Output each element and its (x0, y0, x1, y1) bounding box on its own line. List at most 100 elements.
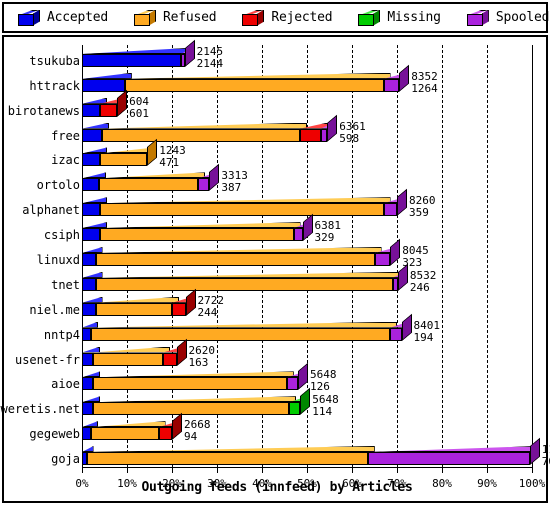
value-label-secondary: 194 (413, 330, 434, 344)
bar-row: weretis.net 5648 114 (1, 402, 532, 417)
bar-segment-refused (100, 203, 384, 217)
x-tick (487, 468, 488, 473)
value-label-secondary: 126 (310, 380, 330, 394)
bar-stack (82, 253, 532, 266)
bar-segment-refused (102, 128, 301, 142)
bar-end-cap (390, 239, 400, 266)
bar-segment-refused (95, 302, 172, 316)
bar-end-cap (117, 89, 127, 116)
bar-segment-rejected (163, 352, 177, 366)
bar-segment-accepted (82, 352, 94, 366)
legend-label: Missing (387, 10, 441, 25)
x-tick (217, 468, 218, 473)
bar-segment-spooled (374, 253, 391, 266)
bar-segment-spooled (320, 128, 328, 142)
legend-label: Accepted (47, 10, 109, 25)
value-label-secondary: 471 (159, 156, 180, 170)
value-label-total: 8532 (409, 268, 437, 282)
gridline-100 (532, 45, 533, 468)
bar-segment-accepted (82, 228, 100, 242)
y-axis-label-niel.me: niel.me (29, 302, 80, 317)
bar-segment-spooled (198, 178, 210, 192)
bar-stack (82, 104, 532, 117)
y-axis-label-nntp4: nntp4 (43, 327, 80, 342)
value-label-secondary: 387 (221, 181, 242, 195)
bar-end-cap (397, 189, 407, 216)
legend-item-missing: Missing (358, 9, 441, 26)
legend-label: Rejected (271, 10, 333, 25)
y-axis-label-csiph: csiph (43, 228, 80, 243)
value-label-total: 3313 (221, 169, 248, 183)
value-label-total: 604 (129, 94, 149, 108)
bar-stack (82, 303, 532, 316)
y-axis-label-birotanews: birotanews (7, 103, 80, 118)
cube-icon (358, 9, 381, 26)
bar-row: niel.me 2722 244 (29, 303, 532, 319)
bar-row: izac 1243 471 (51, 153, 532, 170)
value-label-secondary: 601 (129, 106, 149, 120)
bar-segment-refused (95, 277, 393, 291)
y-axis-label-usenet-fr: usenet-fr (14, 352, 80, 367)
bar-segment-accepted (82, 53, 181, 67)
x-tick (397, 468, 398, 473)
bar-stack (82, 228, 532, 242)
bar-row: gegeweb 2668 94 (29, 427, 532, 444)
bar-segment-refused (124, 78, 384, 92)
value-label-total: 5648 (312, 393, 339, 407)
bar-end-cap (185, 40, 195, 67)
value-label-total: 8401 (413, 318, 441, 332)
bar-segment-spooled (367, 452, 530, 466)
cube-icon (134, 9, 157, 26)
bar-end-cap (402, 313, 412, 340)
value-label-total: 8045 (402, 244, 429, 257)
bar-end-cap (172, 413, 182, 440)
y-axis-label-tnet: tnet (51, 277, 80, 292)
bar-row: nntp4 8401 194 (44, 327, 532, 344)
bar-segment-spooled (293, 228, 303, 242)
x-tick (442, 468, 443, 473)
bar-segment-accepted (82, 377, 94, 391)
value-label-secondary: 598 (339, 131, 360, 145)
bar-end-cap (147, 139, 157, 166)
chart-container: Accepted Refused Rejected Missing Spooled 0%… (0, 0, 550, 505)
bar-row: birotanews 604 601 (8, 104, 532, 120)
bar-segment-refused (91, 327, 391, 341)
value-label-total: 6361 (339, 119, 366, 133)
bar-end-cap (209, 164, 219, 191)
bar-segment-refused (93, 352, 163, 366)
bar-end-cap (399, 64, 409, 91)
value-label-secondary: 2144 (196, 56, 224, 70)
bar-row: csiph 6381 329 (44, 228, 532, 243)
bar-end-cap (298, 363, 308, 390)
bar-segment-accepted (82, 302, 96, 316)
value-label-secondary: 70 (541, 455, 550, 469)
bar-segment-accepted (82, 153, 100, 167)
chart-legend: Accepted Refused Rejected Missing Spooled (2, 2, 549, 33)
value-label-secondary: 244 (197, 305, 218, 319)
value-label-total: 2668 (184, 418, 211, 432)
x-tick (352, 468, 353, 473)
value-label-secondary: 94 (184, 430, 198, 444)
x-tick (307, 468, 308, 473)
bar-row: tnet 8532 246 (51, 277, 532, 293)
bar-stack (82, 377, 532, 391)
bar-row: alphanet 8260 359 (22, 203, 532, 218)
bar-end-cap (327, 114, 337, 141)
bar-row: linuxd 8045 323 (37, 253, 532, 268)
bar-segment-accepted (82, 128, 103, 142)
x-tick (82, 468, 83, 473)
bar-stack (82, 427, 532, 441)
bar-stack (82, 452, 532, 466)
y-axis-label-alphanet: alphanet (22, 203, 80, 218)
y-axis-label-tsukuba: tsukuba (29, 53, 80, 68)
value-label-total: 1243 (159, 144, 186, 158)
cube-icon (18, 9, 40, 26)
plot-area: 0% 10% 20% 30% 40% 50% 60% 70% 80% 90% 100% tsukub… (1, 45, 550, 490)
bar-segment-spooled (390, 327, 402, 341)
cube-icon (242, 9, 265, 26)
x-tick (172, 468, 173, 473)
bar-segment-accepted (82, 178, 100, 192)
bar-stack (82, 178, 532, 192)
bar-segment-spooled (286, 377, 298, 391)
y-axis-label-gegeweb: gegeweb (29, 427, 80, 442)
